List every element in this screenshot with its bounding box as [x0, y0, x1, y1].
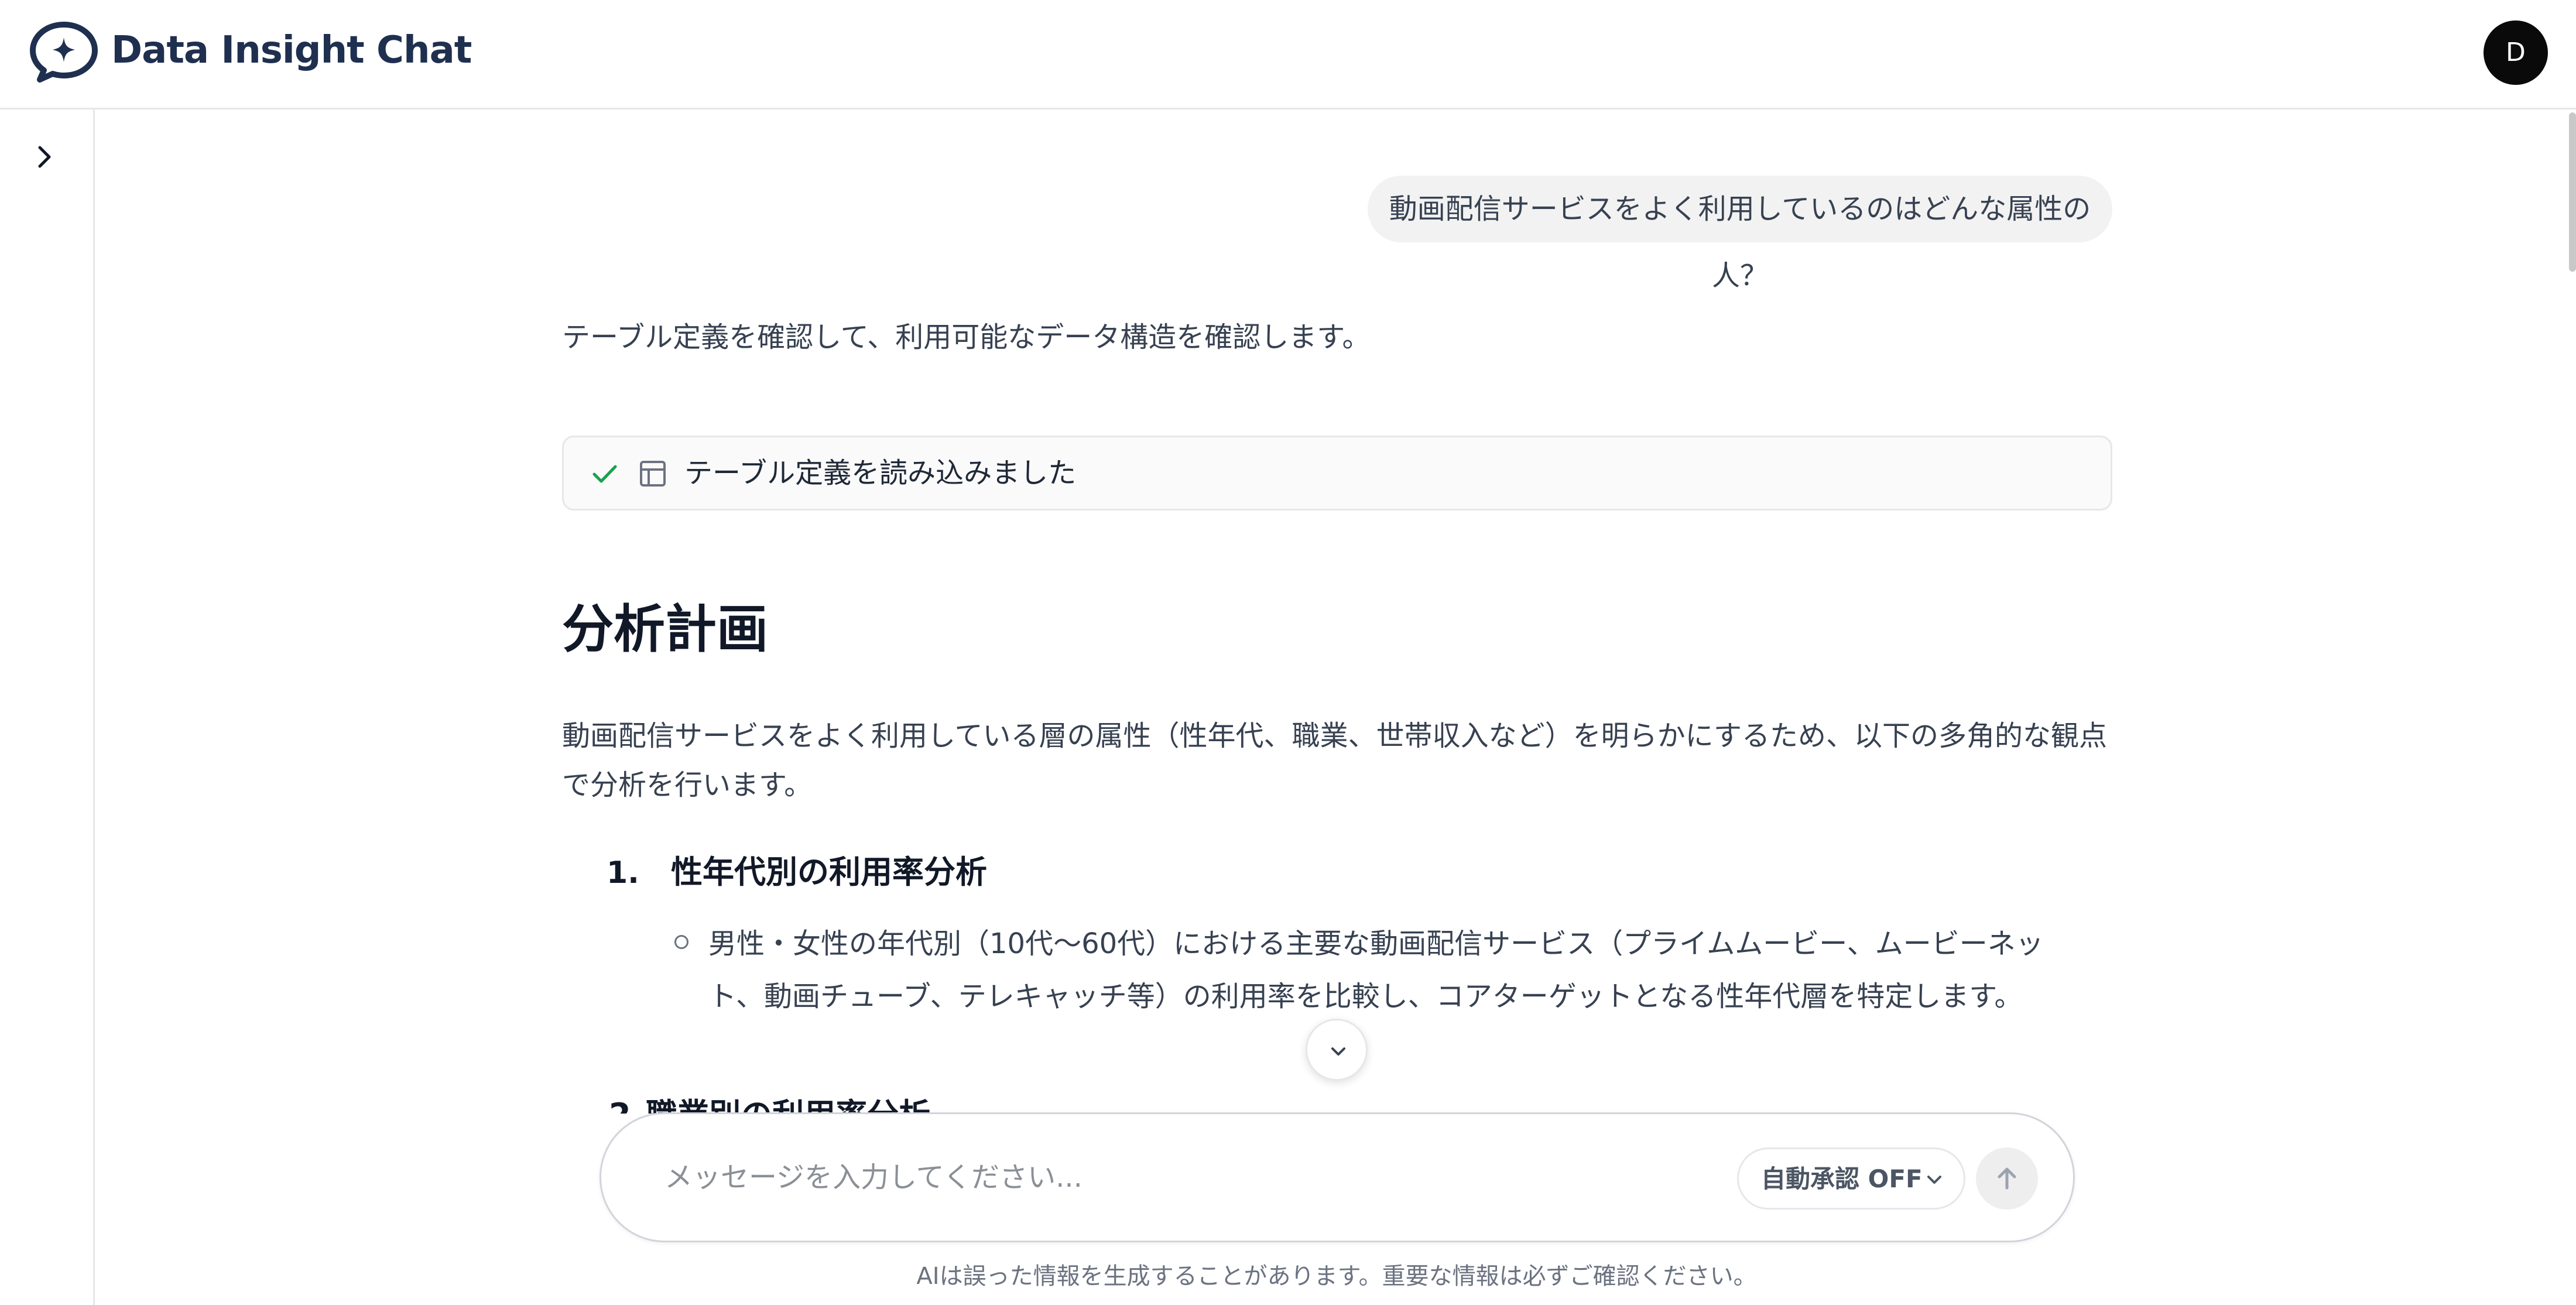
sidebar [0, 109, 95, 1305]
scrollbar-thumb[interactable] [2569, 112, 2576, 272]
chevron-down-icon [1331, 1047, 1345, 1056]
send-button[interactable] [1976, 1148, 2038, 1210]
disclaimer-text: AIは誤った情報を生成することがあります。重要な情報は必ずご確認ください。 [916, 1263, 1757, 1290]
message-composer: 自動承認 OFF [600, 1112, 2075, 1242]
user-message-bubble: 動画配信サービスをよく利用しているのはどんな属性の人？ [1368, 176, 2112, 292]
check-icon [592, 465, 617, 483]
step-title: 職業別の利用率分析 [646, 1097, 930, 1114]
step-2-partial: 2. 職業別の利用率分析 [609, 1095, 960, 1114]
auto-approve-toggle[interactable]: 自動承認 OFF [1737, 1148, 1965, 1210]
tool-status-card[interactable]: テーブル定義を読み込みました [562, 436, 2112, 511]
message-input[interactable] [663, 1148, 1717, 1207]
tool-status-label: テーブル定義を読み込みました [684, 457, 1077, 489]
app-title: Data Insight Chat [111, 29, 472, 72]
chat-bubble-sparkle-icon[interactable] [28, 20, 100, 83]
plan-description: 動画配信サービスをよく利用している層の属性（性年代、職業、世帯収入など）を明らか… [562, 720, 2108, 802]
step-detail: 男性・女性の年代別（10代〜60代）における主要な動画配信サービス（プライムムー… [708, 927, 2044, 1013]
bullet-circle-icon [674, 935, 688, 949]
plan-heading: 分析計画 [562, 599, 769, 659]
chevron-down-icon [1927, 1176, 1941, 1184]
arrow-up-icon [1998, 1167, 2016, 1190]
auto-approve-label: 自動承認 OFF [1761, 1164, 1923, 1193]
assistant-intro-text: テーブル定義を確認して、利用可能なデータ構造を確認します。 [562, 321, 1371, 354]
step-number: 2. [609, 1097, 643, 1114]
user-avatar[interactable]: D [2483, 20, 2548, 85]
app-header: Data Insight Chat D [0, 0, 2576, 109]
scroll-to-bottom-button[interactable] [1306, 1019, 1368, 1081]
step-title: 性年代別の利用率分析 [671, 854, 987, 890]
chevron-right-icon[interactable] [29, 142, 60, 172]
step-number: 1. [607, 855, 639, 890]
table-icon [640, 461, 666, 487]
